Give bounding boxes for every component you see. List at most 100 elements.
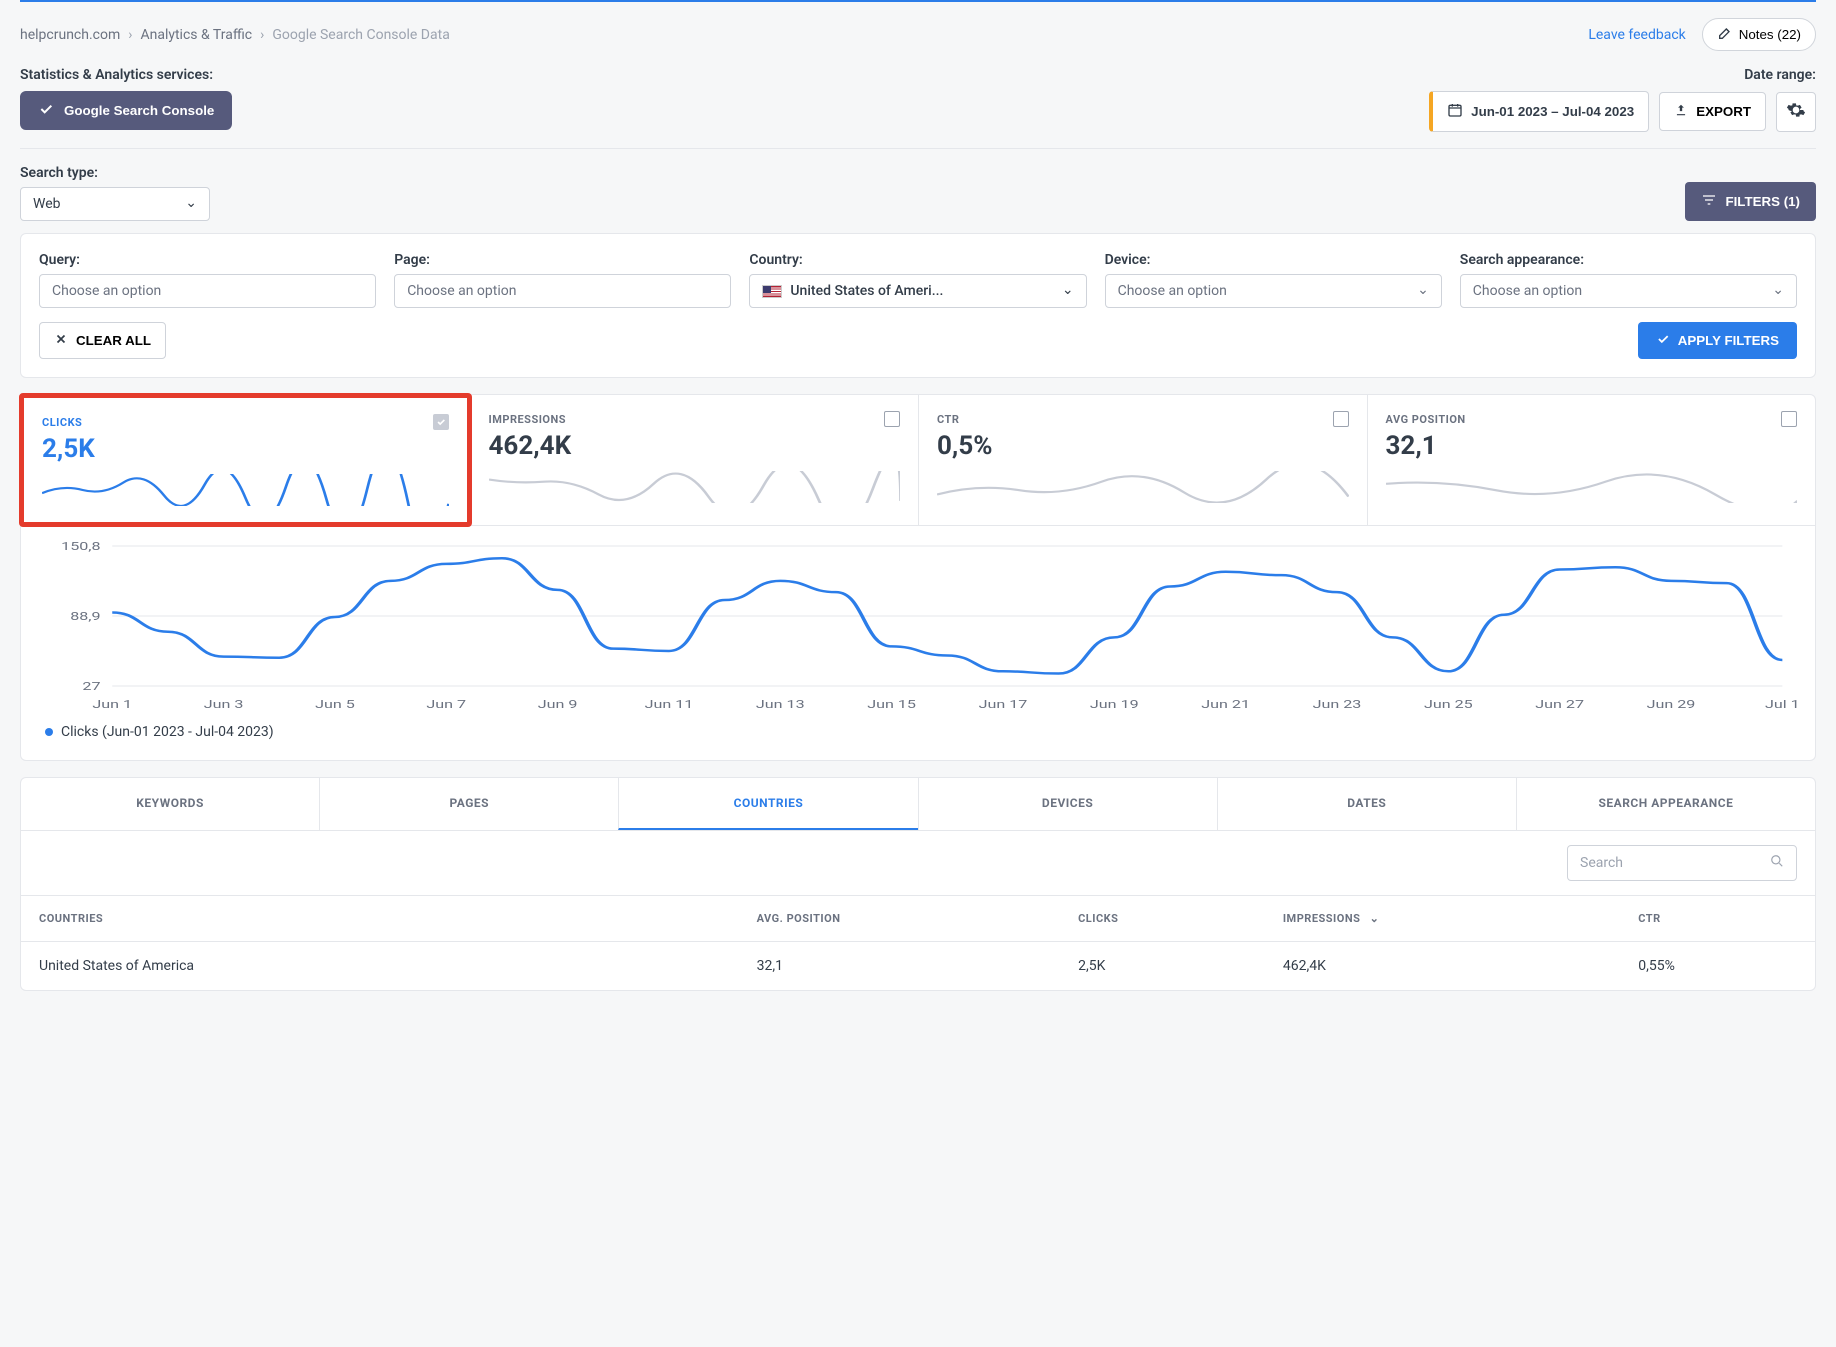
svg-text:Jun 23: Jun 23 [1313,698,1362,711]
checkbox-icon[interactable] [1781,411,1797,427]
svg-text:Jun 27: Jun 27 [1535,698,1584,711]
svg-text:Jul 1: Jul 1 [1765,698,1797,711]
date-range-label: Date range: [1429,67,1816,83]
placeholder: Choose an option [407,283,516,299]
search-placeholder: Search [1580,855,1623,871]
svg-text:Jun 1: Jun 1 [92,698,132,711]
chevron-right-icon: › [128,27,132,43]
main-chart: 2788,9150,8Jun 1Jun 3Jun 5Jun 7Jun 9Jun … [20,526,1816,761]
countries-table: COUNTRIES AVG. POSITION CLICKS IMPRESSIO… [21,895,1815,990]
apply-filters-button[interactable]: APPLY FILTERS [1638,322,1797,359]
chevron-down-icon: ⌄ [1062,282,1074,298]
svg-text:Jun 29: Jun 29 [1647,698,1696,711]
th-ctr[interactable]: CTR [1620,896,1815,942]
filter-query-select[interactable]: Choose an option [39,274,376,308]
metric-value: 0,5% [937,431,1349,461]
settings-button[interactable] [1776,92,1816,132]
filter-appearance-select[interactable]: Choose an option ⌄ [1460,274,1797,308]
edit-icon [1717,25,1733,44]
filter-query-label: Query: [39,252,376,268]
tab-keywords[interactable]: KEYWORDS [21,778,319,830]
clear-all-label: CLEAR ALL [76,333,151,348]
filter-page-select[interactable]: Choose an option [394,274,731,308]
filter-icon [1701,192,1717,211]
th-clicks[interactable]: CLICKS [1060,896,1265,942]
metric-title: CLICKS [42,416,82,429]
check-icon [1656,332,1670,349]
notes-button[interactable]: Notes (22) [1702,18,1816,51]
chevron-right-icon: › [260,27,264,43]
sparkline-ctr [937,471,1349,503]
metric-title: CTR [937,413,959,426]
search-type-select[interactable]: Web ⌄ [20,187,210,221]
placeholder: Choose an option [1473,283,1582,299]
checkbox-icon[interactable] [433,414,449,430]
tab-dates[interactable]: DATES [1217,778,1516,830]
th-avg-position[interactable]: AVG. POSITION [739,896,1061,942]
metric-avg-position[interactable]: AVG POSITION 32,1 [1367,395,1816,525]
th-impressions-label: IMPRESSIONS [1283,912,1361,925]
filters-label: FILTERS (1) [1725,194,1800,209]
th-impressions[interactable]: IMPRESSIONS ⌄ [1265,896,1620,942]
export-button[interactable]: EXPORT [1659,92,1766,131]
gear-icon [1786,100,1806,123]
tab-pages[interactable]: PAGES [319,778,618,830]
metric-value: 32,1 [1386,431,1798,461]
upload-icon [1674,103,1688,120]
metric-impressions[interactable]: IMPRESSIONS 462,4K [470,395,919,525]
breadcrumb-site[interactable]: helpcrunch.com [20,27,120,43]
svg-text:Jun 15: Jun 15 [867,698,916,711]
svg-text:Jun 11: Jun 11 [645,698,694,711]
clear-all-button[interactable]: CLEAR ALL [39,322,166,359]
data-tabs: KEYWORDS PAGES COUNTRIES DEVICES DATES S… [20,777,1816,831]
legend-dot-icon [45,728,53,736]
svg-text:27: 27 [82,680,100,693]
sparkline-clicks [42,474,449,506]
legend-label: Clicks (Jun-01 2023 - Jul-04 2023) [61,724,274,740]
svg-text:Jun 17: Jun 17 [979,698,1028,711]
leave-feedback-link[interactable]: Leave feedback [1588,27,1685,43]
metric-cards: CLICKS 2,5K IMPRESSIONS 462,4K CTR [20,394,1816,526]
metric-clicks[interactable]: CLICKS 2,5K [19,393,472,527]
notes-label: Notes (22) [1739,27,1801,42]
tab-devices[interactable]: DEVICES [918,778,1217,830]
metric-value: 462,4K [489,431,901,461]
filter-country-select[interactable]: United States of Ameri... ⌄ [749,274,1086,308]
svg-text:Jun 25: Jun 25 [1424,698,1473,711]
chevron-down-icon: ⌄ [1772,282,1784,298]
filters-button[interactable]: FILTERS (1) [1685,182,1816,221]
date-range-picker[interactable]: Jun-01 2023 – Jul-04 2023 [1429,91,1649,132]
breadcrumb-section[interactable]: Analytics & Traffic [140,27,252,43]
calendar-icon [1447,102,1463,121]
svg-text:Jun 3: Jun 3 [204,698,244,711]
filter-country-value: United States of Ameri... [790,283,943,299]
svg-text:Jun 5: Jun 5 [315,698,355,711]
gsc-label: Google Search Console [64,103,214,118]
chevron-down-icon: ⌄ [185,195,197,211]
search-type-value: Web [33,196,61,212]
filter-device-select[interactable]: Choose an option ⌄ [1105,274,1442,308]
th-countries[interactable]: COUNTRIES [21,896,739,942]
metric-title: AVG POSITION [1386,413,1466,426]
cell-impressions: 462,4K [1265,942,1620,991]
google-search-console-button[interactable]: Google Search Console [20,91,232,130]
tab-search-appearance[interactable]: SEARCH APPEARANCE [1516,778,1815,830]
search-type-label: Search type: [20,165,210,181]
table-row[interactable]: United States of America32,12,5K462,4K0,… [21,942,1815,991]
metric-value: 2,5K [42,434,449,464]
breadcrumb-current: Google Search Console Data [272,27,449,43]
date-range-value: Jun-01 2023 – Jul-04 2023 [1471,104,1634,119]
apply-filters-label: APPLY FILTERS [1678,333,1779,348]
filter-country-label: Country: [749,252,1086,268]
svg-text:Jun 13: Jun 13 [756,698,805,711]
breadcrumb: helpcrunch.com › Analytics & Traffic › G… [20,27,450,43]
svg-text:Jun 21: Jun 21 [1201,698,1250,711]
table-search-input[interactable]: Search [1567,845,1797,881]
checkbox-icon[interactable] [884,411,900,427]
cell-avgpos: 32,1 [739,942,1061,991]
sparkline-position [1386,471,1798,503]
tab-countries[interactable]: COUNTRIES [618,778,917,830]
metric-ctr[interactable]: CTR 0,5% [918,395,1367,525]
checkbox-icon[interactable] [1333,411,1349,427]
chevron-down-icon: ⌄ [1370,912,1380,925]
